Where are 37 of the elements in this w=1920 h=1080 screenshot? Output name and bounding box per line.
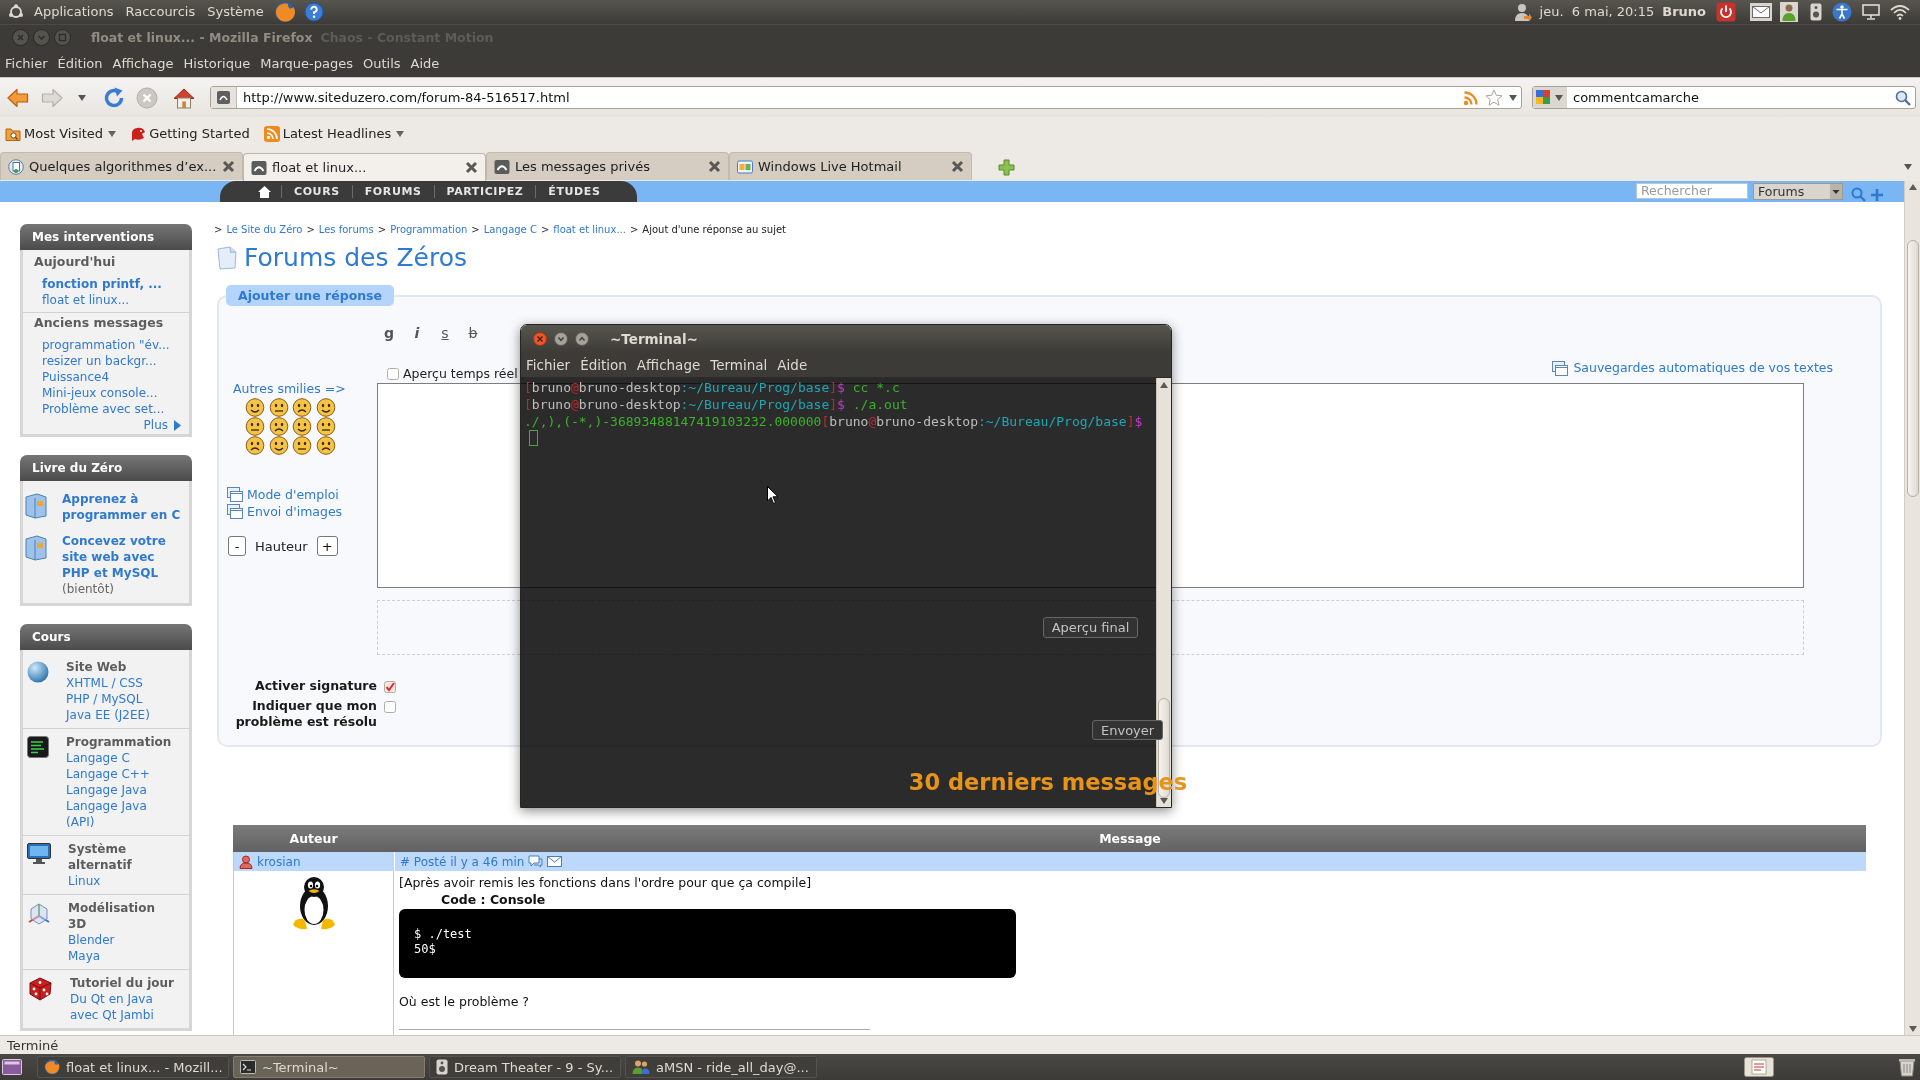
category-name: Programmation [66, 734, 172, 750]
option-label: Activer signature [255, 678, 377, 694]
breadcrumb-separator: > [471, 223, 480, 237]
category-name: Site Web [66, 659, 127, 675]
page-title: Forums des Zéros [244, 242, 467, 274]
breadcrumb-separator: > [306, 223, 315, 237]
breadcrumb-separator: > [540, 223, 550, 237]
terminal-line: ./,),(-*,)-36893488147419103232.000000[bruno@bruno-desktop:~/Bureau/Prog/base]$ [524, 413, 1143, 430]
category-name: Système alternatif [68, 841, 133, 873]
code-block: $ ./test 50$ [399, 909, 1016, 978]
terminal-line: [bruno@bruno-desktop:~/Bureau/Prog/base]$ cc *.c [524, 379, 900, 396]
category-name: Tutoriel du jour [70, 975, 174, 991]
option-label: Indiquer que mon problème est résolu [234, 698, 377, 730]
column-header: Message [394, 825, 1866, 852]
checkbox-label: Aperçu temps réel [403, 366, 518, 382]
breadcrumb-separator: > [377, 223, 387, 237]
window-title: float et linux... - Mozilla Firefox [91, 30, 313, 45]
breadcrumb-current: Ajout d'une réponse au sujet [642, 223, 787, 237]
post-text: [Après avoir remis les fonctions dans l'ordre pour que ça compile] [399, 875, 812, 891]
window-title: ~Terminal~ [610, 331, 698, 347]
group-heading: Aujourd'hui [33, 253, 117, 271]
breadcrumb-separator: > [214, 223, 223, 237]
sidebar-heading: Livre du Zéro [20, 455, 192, 481]
breadcrumb-separator: > [629, 223, 639, 237]
sidebar-heading: Cours [20, 624, 192, 650]
height-label: Hauteur [255, 538, 308, 554]
book-note: (bientôt) [62, 581, 115, 597]
category-name: Modélisation 3D [68, 900, 157, 932]
clock: jeu. 6 mai, 20:15 [1539, 3, 1655, 21]
status-text: Terminé [0, 1035, 1920, 1054]
sidebar-heading: Mes interventions [20, 224, 192, 250]
group-heading: Anciens messages [33, 314, 165, 332]
code-title: Code : Console [441, 892, 546, 908]
column-header: Auteur [233, 825, 394, 852]
post-text: Où est le problème ? [399, 994, 529, 1010]
terminal-line: [bruno@bruno-desktop:~/Bureau/Prog/base]$ ./a.out [524, 396, 908, 413]
user-name: Bruno [1662, 3, 1706, 21]
